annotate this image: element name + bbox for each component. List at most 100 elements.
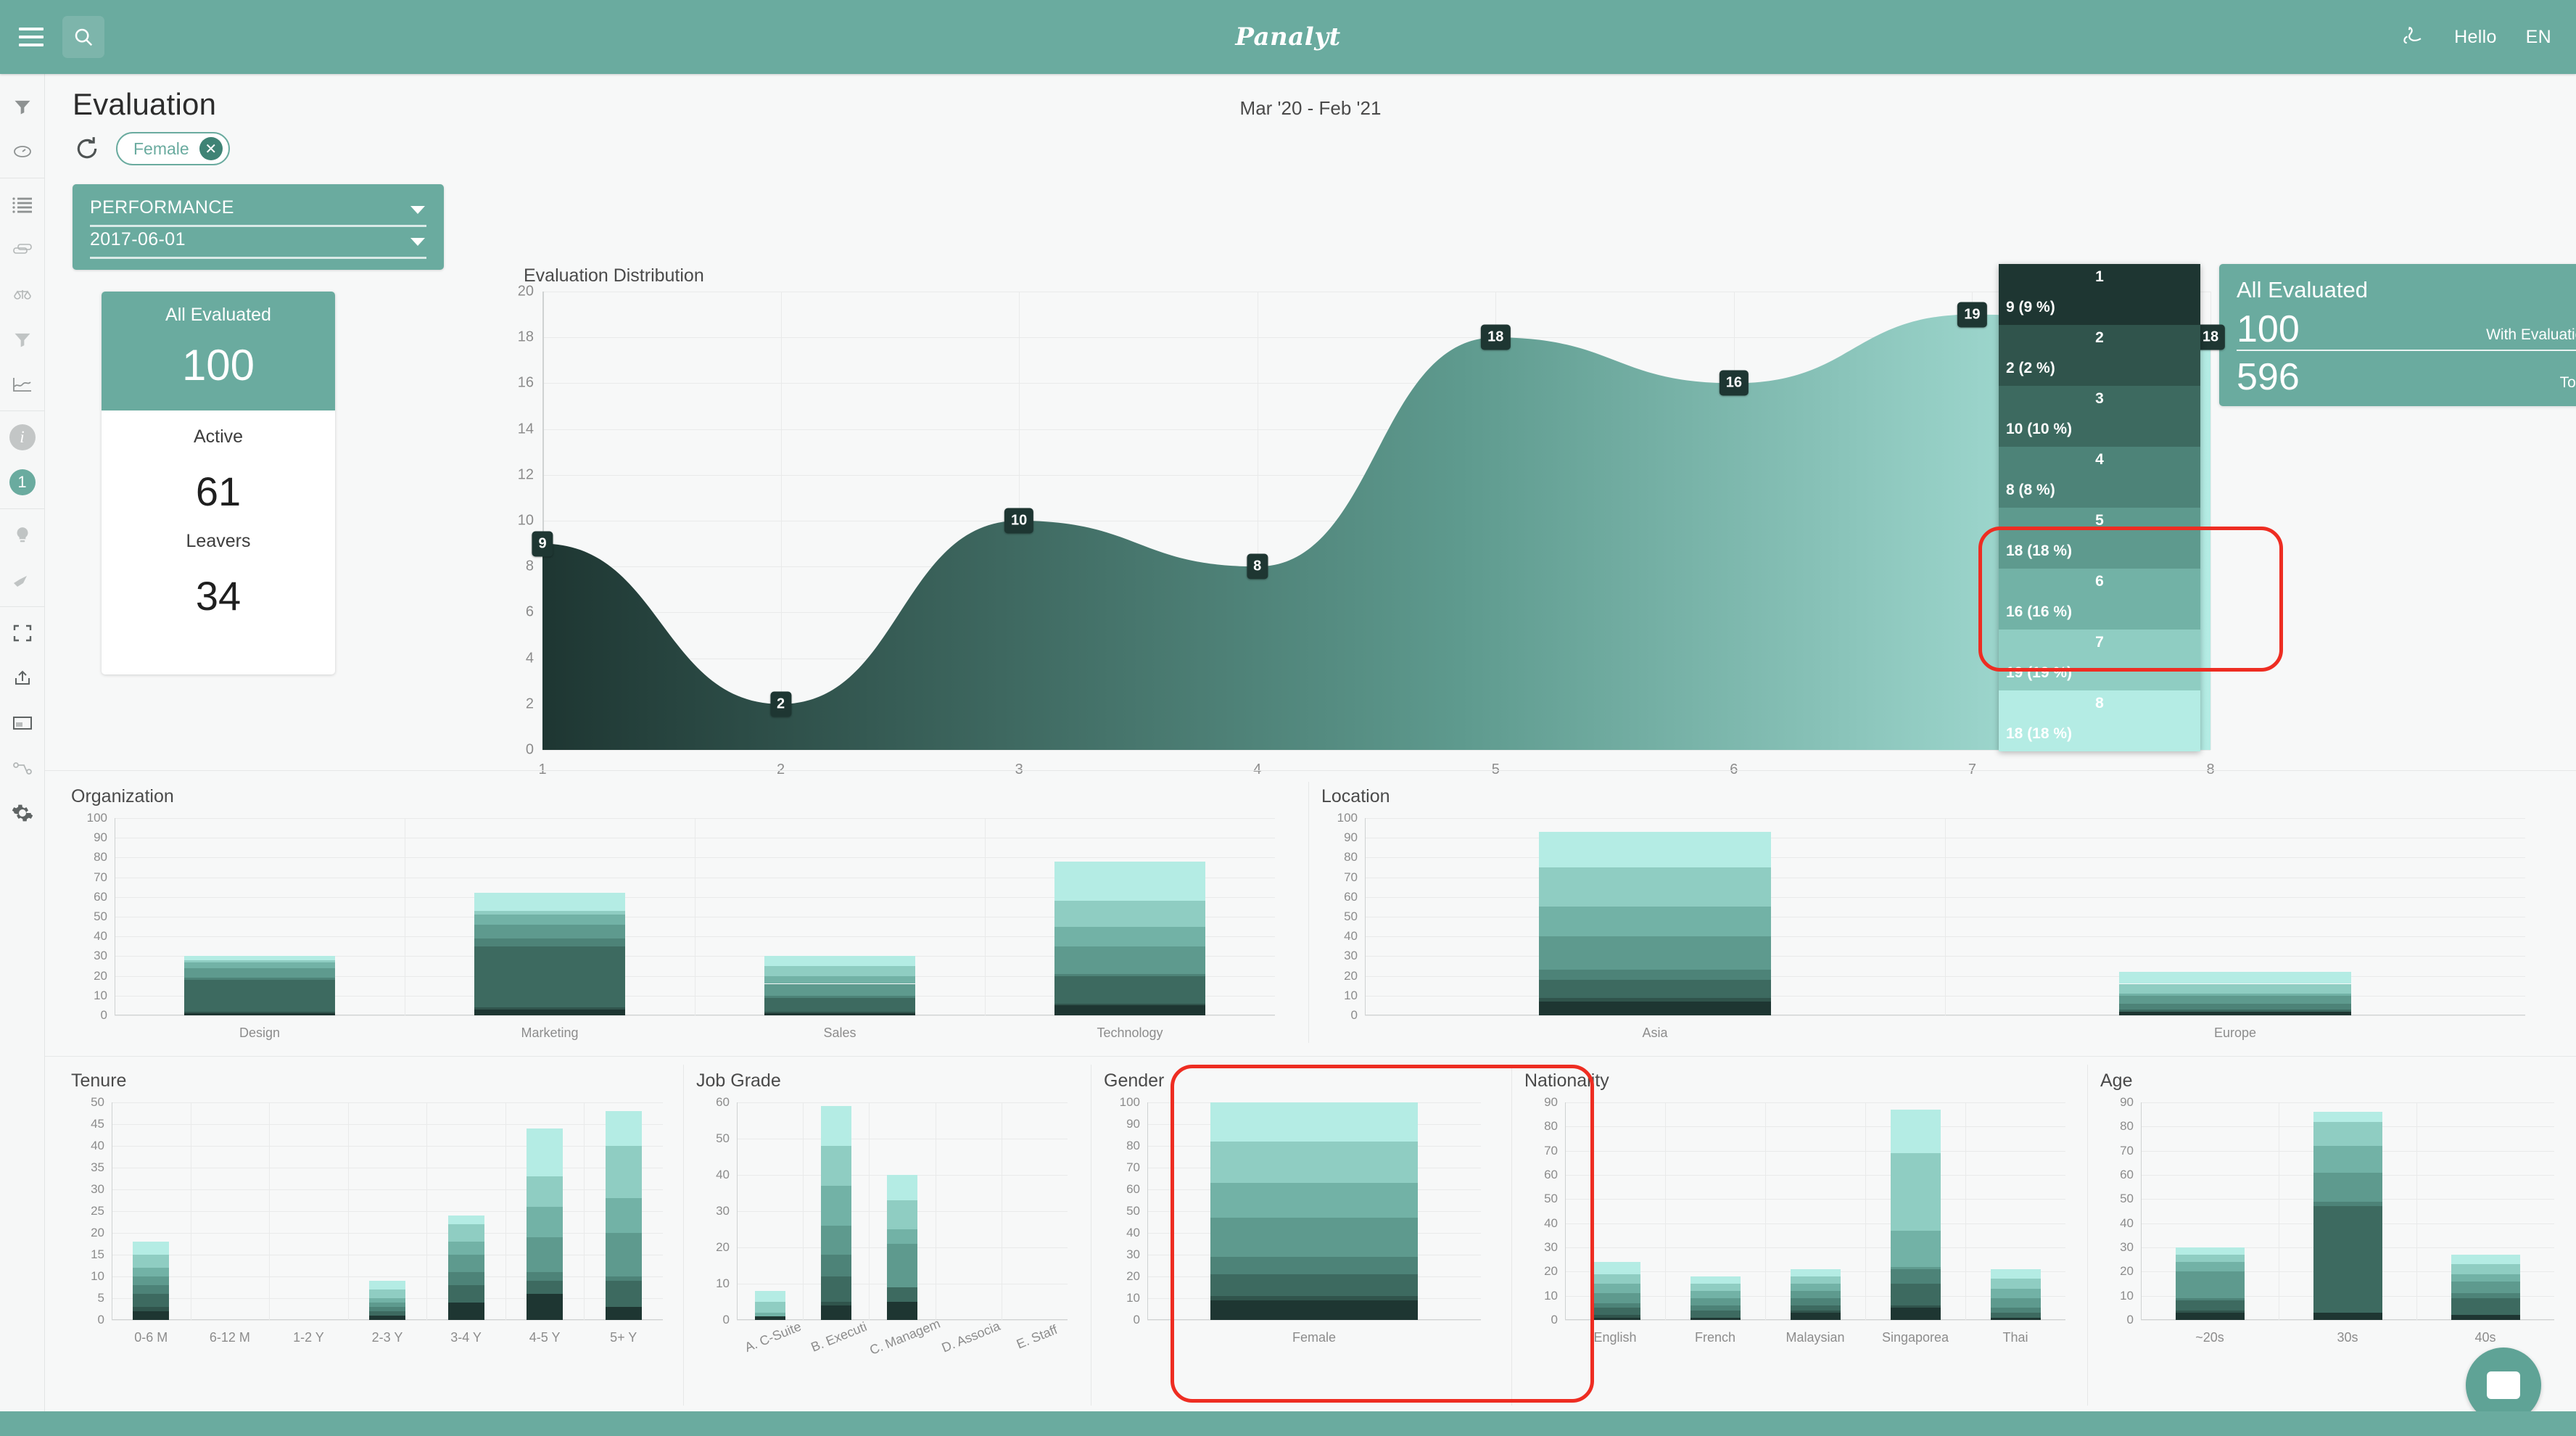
- bar-segment[interactable]: [754, 1291, 785, 1302]
- bar-segment[interactable]: [1054, 946, 1205, 974]
- bar-segment[interactable]: [1790, 1298, 1841, 1305]
- bar-segment[interactable]: [184, 1013, 335, 1015]
- bar-segment[interactable]: [820, 1305, 851, 1320]
- bar-segment[interactable]: [820, 1226, 851, 1255]
- tooltip-row[interactable]: 6 16 (16 %): [1999, 569, 2200, 630]
- bar-segment[interactable]: [1054, 1005, 1205, 1015]
- bar-segment[interactable]: [2451, 1281, 2520, 1294]
- bar-segment[interactable]: [2175, 1298, 2245, 1301]
- bar-segment[interactable]: [820, 1146, 851, 1186]
- sidebar-item-share[interactable]: [0, 656, 45, 701]
- bar-segment[interactable]: [2119, 1009, 2351, 1012]
- bar-column[interactable]: [1990, 1269, 2041, 1320]
- bar-segment[interactable]: [605, 1281, 642, 1307]
- bar-segment[interactable]: [527, 1176, 564, 1207]
- bar-segment[interactable]: [527, 1281, 564, 1294]
- bar-segment[interactable]: [447, 1303, 484, 1320]
- bar-segment[interactable]: [2175, 1262, 2245, 1272]
- bar-column[interactable]: [2451, 1255, 2520, 1320]
- bar-segment[interactable]: [369, 1307, 405, 1311]
- bar-segment[interactable]: [1210, 1296, 1418, 1300]
- bar-segment[interactable]: [2175, 1300, 2245, 1311]
- bar-segment[interactable]: [2175, 1313, 2245, 1320]
- sidebar-item-filter[interactable]: [0, 84, 45, 129]
- bar-segment[interactable]: [2451, 1293, 2520, 1298]
- evaluation-tooltip-legend[interactable]: 1 9 (9 %) 2 2 (2 %) 3 10 (10 %) 4 8 (8 %) 5 18 (1…: [1999, 264, 2200, 751]
- bar-segment[interactable]: [1590, 1284, 1640, 1294]
- bar-segment[interactable]: [133, 1311, 170, 1320]
- bar-segment[interactable]: [133, 1242, 170, 1255]
- bar-segment[interactable]: [1590, 1308, 1640, 1316]
- age-chart-panel[interactable]: Age 0 10 20 30 40 50 60 70 80 90 ~20s 30s 40s: [2100, 1070, 2564, 1390]
- bar-segment[interactable]: [447, 1272, 484, 1285]
- bar-column[interactable]: [754, 1291, 785, 1320]
- swan-icon[interactable]: [2400, 25, 2425, 50]
- bar-segment[interactable]: [1210, 1183, 1418, 1218]
- bar-segment[interactable]: [2313, 1112, 2382, 1122]
- bar-column[interactable]: [527, 1128, 564, 1320]
- bar-column[interactable]: [2119, 972, 2351, 1015]
- sidebar-item-funnel[interactable]: [0, 317, 45, 362]
- bar-segment[interactable]: [133, 1268, 170, 1276]
- bar-segment[interactable]: [1690, 1317, 1741, 1320]
- tooltip-row[interactable]: 4 8 (8 %): [1999, 447, 2200, 508]
- bar-segment[interactable]: [764, 975, 915, 984]
- bar-segment[interactable]: [887, 1175, 917, 1200]
- bar-segment[interactable]: [133, 1285, 170, 1294]
- bar-segment[interactable]: [2119, 1003, 2351, 1010]
- bar-segment[interactable]: [527, 1272, 564, 1281]
- bar-segment[interactable]: [1590, 1315, 1640, 1318]
- bar-segment[interactable]: [887, 1287, 917, 1302]
- bar-segment[interactable]: [133, 1255, 170, 1268]
- bar-segment[interactable]: [764, 995, 915, 998]
- bar-segment[interactable]: [754, 1302, 785, 1313]
- bar-segment[interactable]: [1990, 1269, 2041, 1279]
- bar-segment[interactable]: [1210, 1257, 1418, 1274]
- bar-segment[interactable]: [474, 1009, 625, 1015]
- bar-segment[interactable]: [2175, 1247, 2245, 1255]
- bar-segment[interactable]: [1990, 1288, 2041, 1298]
- bar-segment[interactable]: [447, 1285, 484, 1303]
- bar-column[interactable]: [1690, 1276, 1741, 1320]
- bar-column[interactable]: [184, 956, 335, 1015]
- bar-segment[interactable]: [184, 980, 335, 1012]
- bar-segment[interactable]: [2313, 1172, 2382, 1202]
- sidebar-item-info[interactable]: i: [0, 415, 45, 460]
- tooltip-row[interactable]: 7 19 (19 %): [1999, 630, 2200, 690]
- bar-segment[interactable]: [2119, 983, 2351, 994]
- bar-segment[interactable]: [369, 1289, 405, 1298]
- bar-segment[interactable]: [820, 1186, 851, 1226]
- bar-segment[interactable]: [474, 938, 625, 946]
- bar-segment[interactable]: [184, 1011, 335, 1014]
- bar-segment[interactable]: [1210, 1300, 1418, 1320]
- bar-segment[interactable]: [1210, 1218, 1418, 1257]
- bar-segment[interactable]: [1054, 861, 1205, 901]
- bar-segment[interactable]: [2175, 1310, 2245, 1313]
- bar-segment[interactable]: [527, 1237, 564, 1272]
- bar-segment[interactable]: [1790, 1313, 1841, 1320]
- metric-select[interactable]: PERFORMANCE: [90, 197, 426, 229]
- bar-segment[interactable]: [1990, 1279, 2041, 1289]
- close-icon[interactable]: ✕: [199, 137, 223, 160]
- bar-segment[interactable]: [887, 1200, 917, 1229]
- bar-segment[interactable]: [1590, 1274, 1640, 1284]
- bar-column[interactable]: [820, 1106, 851, 1320]
- bar-column[interactable]: [1210, 1102, 1418, 1320]
- bar-column[interactable]: [605, 1111, 642, 1320]
- search-icon[interactable]: [62, 16, 104, 58]
- bar-segment[interactable]: [1590, 1293, 1640, 1303]
- tooltip-row[interactable]: 5 18 (18 %): [1999, 508, 2200, 569]
- tooltip-row[interactable]: 3 10 (10 %): [1999, 386, 2200, 447]
- bar-segment[interactable]: [369, 1298, 405, 1303]
- date-select[interactable]: 2017-06-01: [90, 229, 426, 261]
- filter-chip-female[interactable]: Female ✕: [116, 132, 230, 165]
- bar-segment[interactable]: [1054, 975, 1205, 1004]
- bar-segment[interactable]: [474, 893, 625, 911]
- sidebar-item-node-link[interactable]: [0, 746, 45, 791]
- bar-segment[interactable]: [133, 1276, 170, 1285]
- bar-column[interactable]: [1790, 1269, 1841, 1320]
- bar-segment[interactable]: [447, 1224, 484, 1242]
- bar-segment[interactable]: [1890, 1305, 1941, 1308]
- bar-segment[interactable]: [1790, 1276, 1841, 1284]
- bar-segment[interactable]: [474, 915, 625, 925]
